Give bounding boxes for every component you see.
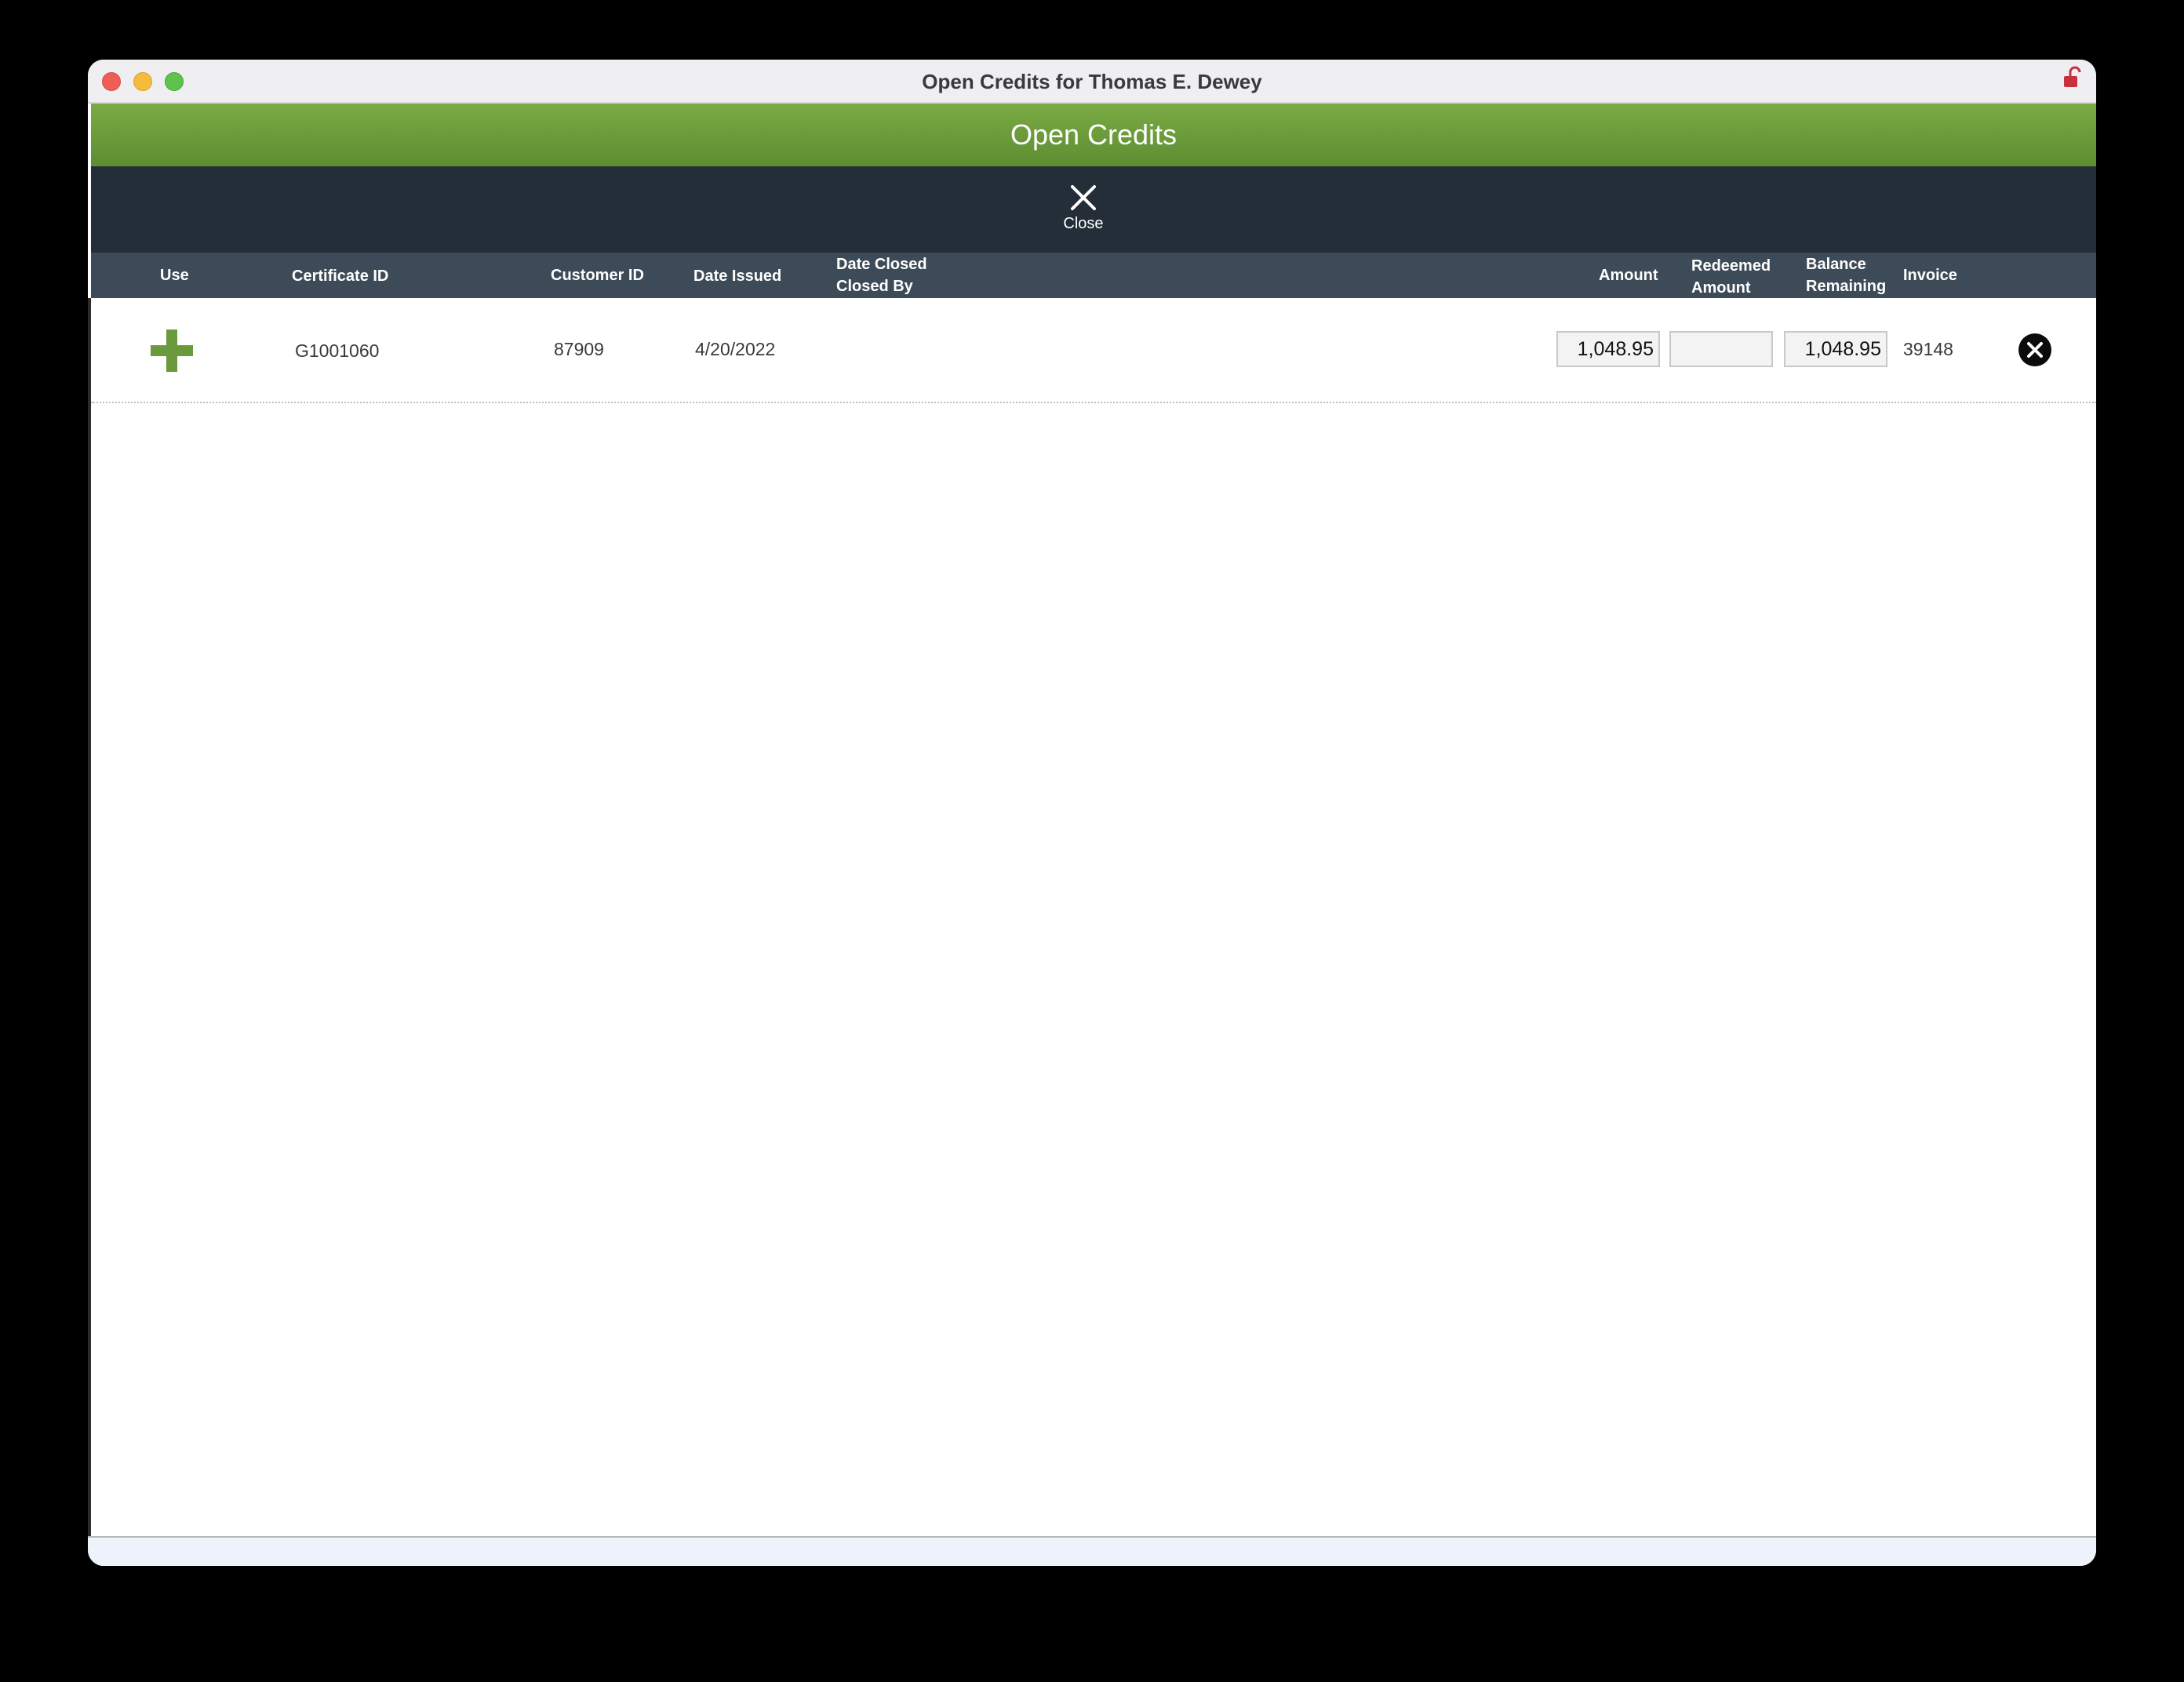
column-header-closed-by: Closed By [836, 278, 913, 295]
cell-invoice: 39148 [1903, 339, 1953, 359]
page-header: Open Credits [91, 104, 2096, 166]
redeemed-amount-field[interactable] [1669, 331, 1773, 367]
column-header-date-issued: Date Issued [693, 268, 782, 285]
footer-bar [88, 1536, 2096, 1566]
close-label: Close [1063, 215, 1104, 232]
amount-field[interactable]: 1,048.95 [1556, 331, 1660, 367]
page-title: Open Credits [1010, 118, 1178, 151]
column-header-bar: Use Certificate ID Customer ID Date Issu… [91, 253, 2096, 298]
column-header-balance-remaining-line2: Remaining [1806, 278, 1887, 295]
column-header-use: Use [160, 267, 189, 284]
close-icon [1071, 185, 1096, 210]
column-header-certificate-id: Certificate ID [292, 268, 389, 285]
cell-date-issued: 4/20/2022 [695, 339, 776, 359]
open-credits-window: Open Credits for Thomas E. Dewey Open Cr… [88, 60, 2096, 1566]
column-header-balance-remaining-line1: Balance [1806, 256, 1866, 273]
balance-remaining-field[interactable]: 1,048.95 [1784, 331, 1887, 367]
title-bar: Open Credits for Thomas E. Dewey [88, 60, 2096, 104]
plus-icon[interactable] [151, 329, 193, 372]
close-button[interactable]: Close [1052, 180, 1115, 243]
column-header-invoice: Invoice [1903, 267, 1957, 284]
circle-x-icon[interactable] [2018, 333, 2052, 367]
column-header-redeemed-amount-line2: Amount [1691, 279, 1751, 297]
window-title: Open Credits for Thomas E. Dewey [922, 70, 1262, 93]
column-header-redeemed-amount-line1: Redeemed [1691, 257, 1771, 275]
left-edge [88, 298, 91, 1566]
toolbar: Close [91, 166, 2096, 253]
column-header-date-closed: Date Closed [836, 256, 927, 273]
column-header-amount: Amount [1599, 267, 1658, 284]
lock-icon[interactable] [2063, 66, 2084, 89]
cell-customer-id: 87909 [554, 339, 604, 359]
cell-certificate-id: G1001060 [295, 340, 380, 361]
table-row: G1001060 87909 4/20/2022 1,048.95 1,048.… [91, 298, 2096, 403]
column-header-customer-id: Customer ID [551, 267, 644, 284]
